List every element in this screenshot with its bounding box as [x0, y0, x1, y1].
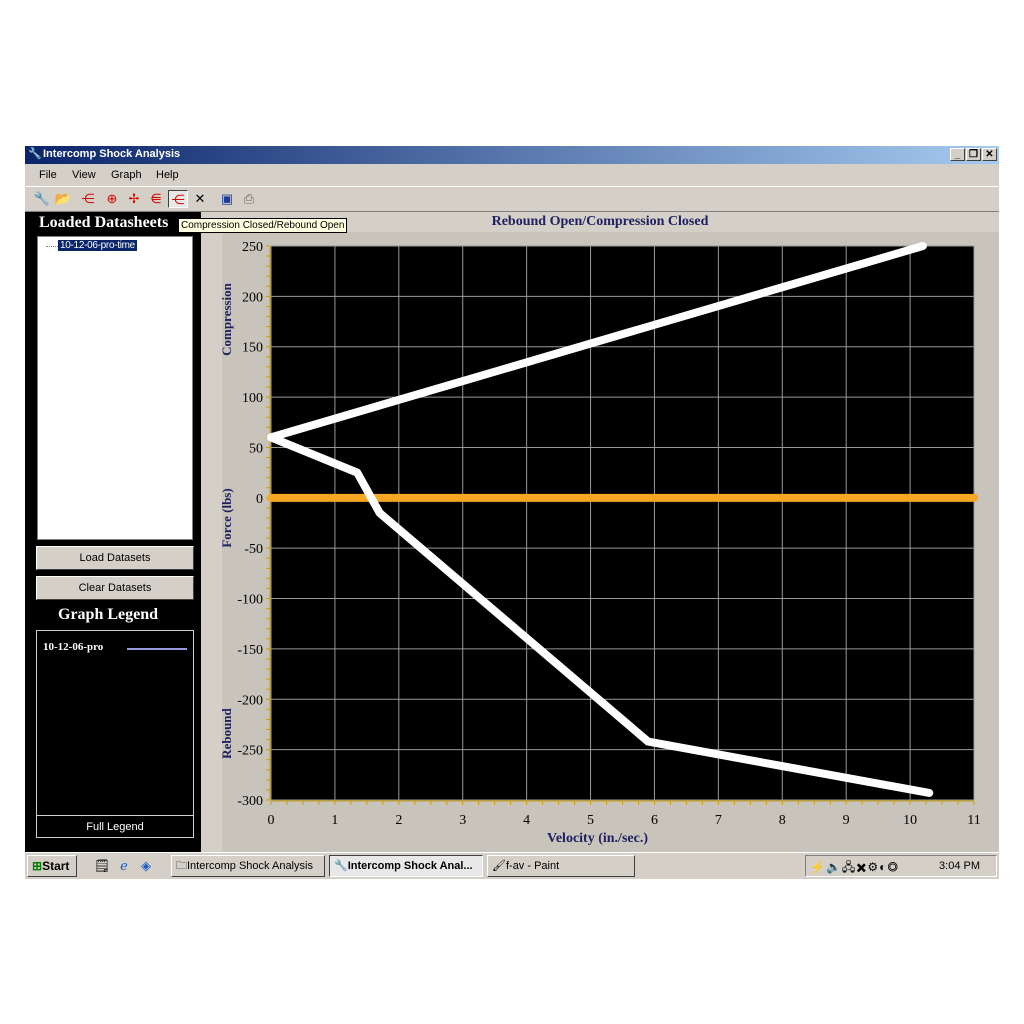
y-tick-label: -100 — [237, 593, 263, 608]
x-tick-label: 4 — [523, 813, 530, 828]
app-window: 🔧 Intercomp Shock Analysis _ ❐ ✕ File Vi… — [25, 146, 999, 878]
task-button-active[interactable]: 🔧Intercomp Shock Anal... — [329, 855, 483, 877]
y-axis-label-compression: Compression — [219, 282, 234, 355]
chart-panel: Rebound Open/Compression Closed 250 200 15… — [201, 212, 999, 852]
x-tick-label: 8 — [779, 813, 786, 828]
graph-both-icon[interactable]: ⊕ — [102, 190, 122, 208]
start-label: Start — [42, 859, 70, 873]
legend-swatch — [127, 648, 187, 650]
task-button[interactable]: 🖌f-av - Paint — [487, 855, 635, 877]
legend-item-label: 10-12-06-pro — [43, 641, 104, 653]
x-tick-label: 9 — [843, 813, 850, 828]
y-tick-label: -300 — [237, 794, 263, 809]
graph-closed-icon[interactable]: ⋲ — [168, 190, 188, 208]
x-axis-label: Velocity (in./sec.) — [547, 831, 648, 846]
menu-help[interactable]: Help — [156, 169, 179, 181]
x-tick-label: 10 — [903, 813, 917, 828]
restore-button[interactable]: ❐ — [966, 148, 981, 161]
task-button[interactable]: 🗀Intercomp Shock Analysis — [171, 855, 325, 877]
toolbar-tooltip: Compression Closed/Rebound Open — [178, 218, 348, 233]
ie-icon[interactable]: ℯ — [115, 857, 133, 875]
wrench-icon: 🔧 — [334, 860, 348, 872]
dataset-list[interactable]: 10-12-06-pro-time — [37, 236, 193, 540]
title-bar[interactable]: 🔧 Intercomp Shock Analysis _ ❐ ✕ — [25, 146, 999, 164]
minimize-button[interactable]: _ — [950, 148, 965, 161]
x-tick-label: 1 — [331, 813, 338, 828]
y-axis-label: Force (lbs) — [219, 488, 234, 547]
y-tick-label: 150 — [242, 341, 263, 356]
left-panel: Loaded Datasheets 10-12-06-pro-time Load… — [25, 212, 201, 852]
x-tick-label: 11 — [967, 813, 980, 828]
menu-graph[interactable]: Graph — [111, 169, 142, 181]
taskbar: ⊞Start 🗒 ℯ ◈ 🗀Intercomp Shock Analysis 🔧… — [25, 852, 999, 879]
task-label: f-av - Paint — [505, 860, 560, 872]
x-tick-label: 7 — [715, 813, 722, 828]
y-tick-label: 0 — [256, 492, 263, 507]
graph-legend-heading: Graph Legend — [58, 606, 159, 623]
x-tick-label: 6 — [651, 813, 658, 828]
full-legend-button[interactable]: Full Legend — [37, 815, 193, 837]
x-tick-label: 0 — [268, 813, 275, 828]
print-icon[interactable]: ⎙ — [239, 190, 259, 208]
graph-open-icon[interactable]: ⋹ — [146, 190, 166, 208]
x-tick-label: 2 — [395, 813, 402, 828]
wrench-icon: 🔧 — [28, 148, 42, 160]
graph-compression-icon[interactable]: ⋲ — [78, 190, 98, 208]
x-tick-label: 5 — [587, 813, 594, 828]
y-tick-label: -50 — [244, 542, 263, 557]
window-title: Intercomp Shock Analysis — [43, 148, 181, 160]
y-tick-label: 50 — [249, 441, 263, 456]
loaded-datasheets-heading: Loaded Datasheets — [39, 214, 169, 231]
windows-logo-icon: ⊞ — [32, 859, 43, 873]
start-button[interactable]: ⊞Start — [27, 855, 77, 877]
desktop-icon[interactable]: 🗒 — [93, 857, 111, 875]
load-datasets-button[interactable]: Load Datasets — [36, 546, 194, 570]
task-label: Intercomp Shock Anal... — [347, 860, 473, 872]
open-folder-icon[interactable]: 📂 — [53, 190, 73, 208]
tray-icons[interactable]: ⚡🔈🖧✖⚙◐◎ — [810, 858, 899, 879]
y-tick-label: 250 — [242, 240, 263, 255]
folder-icon: 🗀 — [176, 860, 187, 872]
close-button[interactable]: ✕ — [982, 148, 997, 161]
legend-box: 10-12-06-pro Full Legend — [36, 630, 194, 838]
clear-icon[interactable]: ✕ — [190, 190, 210, 208]
force-velocity-chart: 250 200 150 100 50 0 -50 -100 -150 -200 -250 -300 0… — [219, 232, 999, 852]
menu-file[interactable]: File — [39, 169, 57, 181]
x-tick-label: 3 — [459, 813, 466, 828]
save-icon[interactable]: ▣ — [217, 190, 237, 208]
y-tick-label: 100 — [242, 391, 263, 406]
graph-rebound-icon[interactable]: ✢ — [124, 190, 144, 208]
y-axis-label-rebound: Rebound — [219, 707, 234, 758]
wrench-icon[interactable]: 🔧 — [32, 190, 52, 208]
toolbar: 🔧 📂 ⋲ ⊕ ✢ ⋹ ⋲ ✕ ▣ ⎙ — [25, 186, 999, 212]
clock: 3:04 PM — [939, 860, 980, 872]
tree-connector — [46, 246, 58, 247]
y-tick-label: -250 — [237, 744, 263, 759]
y-tick-label: 200 — [242, 290, 263, 305]
y-tick-label: -200 — [237, 693, 263, 708]
y-tick-label: -150 — [237, 643, 263, 658]
menu-bar: File View Graph Help — [25, 166, 999, 184]
media-icon[interactable]: ◈ — [137, 857, 155, 875]
system-tray: ⚡🔈🖧✖⚙◐◎ 3:04 PM — [805, 855, 997, 877]
task-label: Intercomp Shock Analysis — [187, 860, 313, 872]
clear-datasets-button[interactable]: Clear Datasets — [36, 576, 194, 600]
menu-view[interactable]: View — [72, 169, 96, 181]
paint-icon: 🖌 — [492, 860, 506, 872]
dataset-item[interactable]: 10-12-06-pro-time — [58, 240, 137, 251]
